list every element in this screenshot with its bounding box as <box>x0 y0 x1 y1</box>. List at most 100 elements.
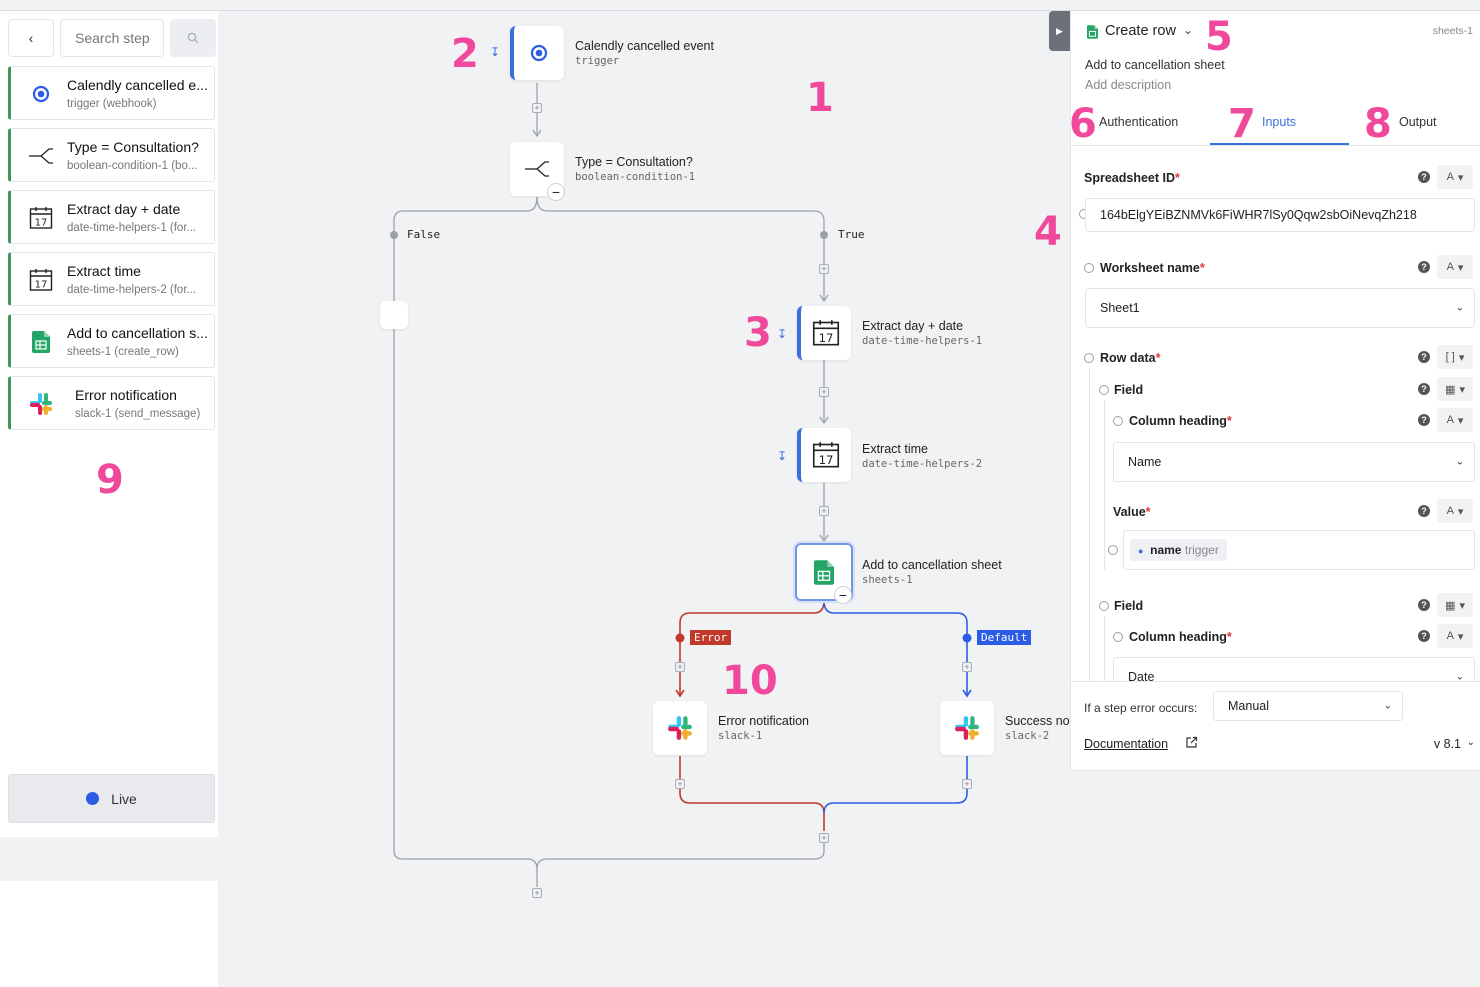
download-arrow-icon: ↧ <box>777 327 788 341</box>
type-picker-table[interactable]: ▦ ▾ <box>1437 593 1473 617</box>
column-heading-select[interactable]: Date ⌄ <box>1113 657 1475 681</box>
branch-icon <box>525 161 549 177</box>
step-subtitle: slack-1 (send_message) <box>75 408 201 420</box>
select-value: Manual <box>1228 699 1269 713</box>
step-card-extract-date[interactable]: 17 Extract day + date date-time-helpers-… <box>8 190 215 244</box>
tab-authentication[interactable]: Authentication <box>1099 115 1178 129</box>
calendly-icon <box>27 80 55 108</box>
add-step-button[interactable]: + <box>819 387 829 397</box>
help-icon[interactable]: ? <box>1418 261 1430 273</box>
help-icon[interactable]: ? <box>1418 383 1430 395</box>
add-step-button[interactable]: + <box>532 103 542 113</box>
worksheet-select[interactable]: Sheet1 ⌄ <box>1085 288 1475 328</box>
help-icon[interactable]: ? <box>1418 505 1430 517</box>
add-step-button[interactable]: + <box>675 662 685 672</box>
help-icon[interactable]: ? <box>1418 351 1430 363</box>
live-toggle-button[interactable]: Live <box>8 774 215 823</box>
node-calendly-trigger[interactable] <box>510 26 564 80</box>
collapse-button[interactable]: − <box>547 183 565 201</box>
panel-collapse-button[interactable]: ▶ <box>1049 11 1070 51</box>
type-picker-table[interactable]: ▦ ▾ <box>1437 377 1473 401</box>
step-name[interactable]: Add to cancellation sheet <box>1085 58 1225 72</box>
variable-pill[interactable]: ● name trigger <box>1130 539 1227 561</box>
step-card-extract-time[interactable]: 17 Extract time date-time-helpers-2 (for… <box>8 252 215 306</box>
help-icon[interactable]: ? <box>1418 599 1430 611</box>
add-step-button[interactable]: + <box>819 506 829 516</box>
type-picker[interactable]: A ▾ <box>1437 165 1473 189</box>
spreadsheet-id-input[interactable]: 164bElgYEiBZNMVk6FiWHR7lSy0Qqw2sbOiNevqZ… <box>1085 198 1475 232</box>
add-step-button[interactable]: + <box>532 888 542 898</box>
chevron-down-icon[interactable]: ⌄ <box>1183 23 1193 37</box>
help-icon[interactable]: ? <box>1418 171 1430 183</box>
type-picker[interactable]: A ▾ <box>1437 499 1473 523</box>
node-extract-time[interactable]: 17 <box>797 428 851 482</box>
add-step-button[interactable]: + <box>819 833 829 843</box>
sidebar-footer-area <box>0 881 218 987</box>
calendar-icon: 17 <box>812 320 840 346</box>
branch-icon <box>27 142 55 170</box>
add-step-button[interactable]: + <box>962 662 972 672</box>
back-button[interactable]: ‹ <box>8 19 54 57</box>
step-card-calendly[interactable]: Calendly cancelled e... trigger (webhook… <box>8 66 215 120</box>
node-extract-day-date[interactable]: 17 <box>797 306 851 360</box>
workflow-canvas[interactable]: + + + + + + + + + + ↧ Calendly cancelled… <box>218 11 1070 987</box>
node-subtitle: sheets-1 <box>862 574 913 586</box>
add-step-button[interactable]: + <box>675 779 685 789</box>
step-title: Type = Consultation? <box>67 139 199 155</box>
field-toggle-radio[interactable] <box>1099 601 1109 611</box>
version-selector[interactable]: v 8.1 <box>1434 737 1461 751</box>
field-toggle-radio[interactable] <box>1113 632 1123 642</box>
search-icon <box>187 32 199 44</box>
external-link-icon[interactable] <box>1185 736 1198 749</box>
step-card-slack[interactable]: Error notification slack-1 (send_message… <box>8 376 215 430</box>
annotation-8: 8 <box>1364 101 1392 147</box>
error-handling-select[interactable]: Manual ⌄ <box>1213 691 1403 721</box>
download-arrow-icon: ↧ <box>490 45 501 59</box>
chevron-down-icon[interactable]: ⌄ <box>1467 737 1475 748</box>
column-heading-select[interactable]: Name ⌄ <box>1113 442 1475 482</box>
step-card-condition[interactable]: Type = Consultation? boolean-condition-1… <box>8 128 215 182</box>
svg-text:17: 17 <box>819 453 834 467</box>
field-toggle-radio[interactable] <box>1113 416 1123 426</box>
node-subtitle: slack-2 <box>1005 730 1050 742</box>
field-toggle-radio[interactable] <box>1084 263 1094 273</box>
collapse-button[interactable]: − <box>834 586 852 604</box>
empty-branch-placeholder[interactable] <box>380 301 408 329</box>
value-input[interactable]: ● name trigger <box>1123 530 1475 570</box>
add-step-button[interactable]: + <box>819 264 829 274</box>
type-picker[interactable]: A ▾ <box>1437 255 1473 279</box>
type-picker[interactable]: A ▾ <box>1437 408 1473 432</box>
help-icon[interactable]: ? <box>1418 630 1430 642</box>
documentation-link[interactable]: Documentation <box>1084 737 1168 751</box>
search-button[interactable] <box>170 19 216 57</box>
calendar-icon: 17 <box>27 204 55 232</box>
type-picker[interactable]: A ▾ <box>1437 624 1473 648</box>
panel-header: Create row ⌄ 5 sheets-1 Add to cancellat… <box>1071 11 1480 145</box>
steps-sidebar: ‹ Calendly cancelled e... trigger (webho… <box>0 11 218 987</box>
help-icon[interactable]: ? <box>1418 414 1430 426</box>
node-success-notification[interactable] <box>940 701 994 755</box>
tree-guide-line <box>1104 616 1105 681</box>
tree-guide-line <box>1089 368 1090 681</box>
sheets-icon <box>1087 25 1098 39</box>
field-toggle-radio[interactable] <box>1084 353 1094 363</box>
node-subtitle: slack-1 <box>718 730 763 742</box>
step-card-sheets[interactable]: Add to cancellation s... sheets-1 (creat… <box>8 314 215 368</box>
add-step-button[interactable]: + <box>962 779 972 789</box>
chevron-down-icon: ⌄ <box>1455 302 1464 314</box>
search-steps-input[interactable] <box>60 19 164 57</box>
field-label: Field <box>1114 599 1144 613</box>
tab-inputs[interactable]: Inputs <box>1262 115 1296 129</box>
select-value: Sheet1 <box>1100 301 1140 315</box>
field-toggle-radio[interactable] <box>1099 385 1109 395</box>
type-picker-list[interactable]: [ ] ▾ <box>1437 345 1473 369</box>
node-error-notification[interactable] <box>653 701 707 755</box>
step-title: Extract day + date <box>67 201 181 217</box>
step-subtitle: date-time-helpers-2 (for... <box>67 284 197 296</box>
field-toggle-radio[interactable] <box>1108 545 1118 555</box>
action-selector[interactable]: Create row <box>1105 23 1176 39</box>
node-label: Extract day + date date-time-helpers-1 <box>862 319 982 347</box>
field-label: Spreadsheet ID* <box>1084 171 1180 185</box>
step-description[interactable]: Add description <box>1085 78 1171 92</box>
tab-output[interactable]: Output <box>1399 115 1437 129</box>
